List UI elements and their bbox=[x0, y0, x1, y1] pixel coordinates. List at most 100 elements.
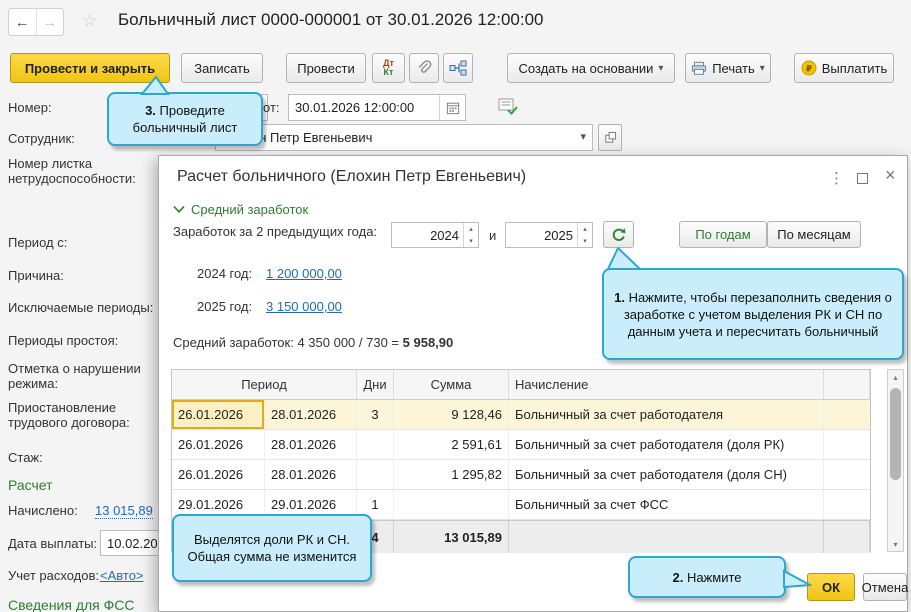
cell-period-to[interactable]: 28.01.2026 bbox=[265, 430, 357, 459]
print-button[interactable]: Печать ▾ bbox=[685, 53, 771, 83]
cell-days[interactable]: 3 bbox=[357, 400, 394, 429]
scroll-down-icon[interactable]: ▾ bbox=[893, 537, 897, 551]
attachments-button[interactable] bbox=[409, 53, 439, 83]
cell-accrual[interactable]: Больничный за счет работодателя (доля РК… bbox=[509, 430, 824, 459]
earnings-two-years-label: Заработок за 2 предыдущих года: bbox=[173, 224, 388, 239]
dtkt-movements-button[interactable]: Дт Кт bbox=[372, 53, 405, 83]
spin-up-icon[interactable]: ▴ bbox=[464, 223, 478, 235]
cell-period-to[interactable]: 28.01.2026 bbox=[265, 400, 357, 429]
cell-period-from[interactable]: 26.01.2026 bbox=[172, 400, 265, 429]
number-label: Номер: bbox=[8, 100, 52, 115]
table-row[interactable]: 26.01.2026 28.01.2026 2 591,61 Больничны… bbox=[172, 430, 870, 460]
scroll-up-icon[interactable]: ▴ bbox=[893, 370, 897, 384]
table-row[interactable]: 26.01.2026 28.01.2026 3 9 128,46 Больнич… bbox=[172, 400, 870, 430]
document-date-value: 30.01.2026 12:00:00 bbox=[295, 100, 414, 115]
back-button[interactable]: ← bbox=[9, 9, 37, 35]
more-menu-icon[interactable]: ⋮ bbox=[829, 169, 844, 187]
spin-down-icon[interactable]: ▾ bbox=[578, 235, 592, 247]
post-and-close-label: Провести и закрыть bbox=[25, 61, 155, 76]
cell-period-to[interactable]: 28.01.2026 bbox=[265, 460, 357, 489]
dialog-title: Расчет больничного (Елохин Петр Евгеньев… bbox=[177, 168, 526, 186]
accrued-amount-link[interactable]: 13 015,89 bbox=[95, 503, 153, 519]
calendar-button[interactable] bbox=[439, 95, 465, 120]
cell-sum[interactable]: 1 295,82 bbox=[394, 460, 509, 489]
col-days[interactable]: Дни bbox=[357, 370, 394, 399]
contract-suspension-label: Приостановление трудового договора: bbox=[8, 400, 168, 430]
chevron-down-icon: ▾ bbox=[760, 63, 765, 74]
create-based-on-button[interactable]: Создать на основании ▾ bbox=[507, 53, 675, 83]
by-years-button[interactable]: По годам bbox=[679, 221, 767, 248]
callout-step3: 3. Проведите больничный лист bbox=[107, 92, 263, 146]
favorite-star-icon[interactable]: ☆ bbox=[82, 11, 97, 31]
earning-2025-label: 2025 год: bbox=[197, 299, 252, 314]
average-earnings-text: Средний заработок: 4 350 000 / 730 = 5 9… bbox=[173, 335, 453, 350]
average-earnings-prefix: Средний заработок: 4 350 000 / 730 = bbox=[173, 335, 403, 350]
cell-sum[interactable]: 2 591,61 bbox=[394, 430, 509, 459]
write-button[interactable]: Записать bbox=[181, 53, 263, 83]
total-empty bbox=[824, 521, 870, 553]
pay-date-label: Дата выплаты: bbox=[8, 536, 97, 551]
refresh-button[interactable] bbox=[603, 221, 634, 248]
post-button[interactable]: Провести bbox=[286, 53, 366, 83]
write-label: Записать bbox=[194, 61, 250, 76]
cell-extra[interactable] bbox=[824, 400, 870, 429]
earning-2025-link[interactable]: 3 150 000,00 bbox=[266, 299, 342, 314]
year-from-spinner[interactable]: 2024 ▴▾ bbox=[391, 222, 479, 248]
year-from-value: 2024 bbox=[392, 223, 463, 247]
cell-accrual[interactable]: Больничный за счет ФСС bbox=[509, 490, 824, 519]
close-icon[interactable]: × bbox=[885, 165, 896, 186]
avg-earnings-toggle[interactable]: Средний заработок bbox=[173, 202, 308, 217]
col-accrual[interactable]: Начисление bbox=[509, 370, 824, 399]
cell-days[interactable] bbox=[357, 430, 394, 459]
cell-accrual[interactable]: Больничный за счет работодателя bbox=[509, 400, 824, 429]
ok-button[interactable]: ОК bbox=[807, 573, 855, 601]
history-nav: ← → bbox=[8, 8, 64, 36]
cell-extra[interactable] bbox=[824, 430, 870, 459]
scroll-thumb[interactable] bbox=[890, 388, 901, 480]
table-row[interactable]: 26.01.2026 28.01.2026 1 295,82 Больничны… bbox=[172, 460, 870, 490]
open-employee-button[interactable] bbox=[598, 124, 622, 151]
pay-button[interactable]: ₽ Выплатить bbox=[794, 53, 894, 83]
cell-accrual[interactable]: Больничный за счет работодателя (доля СН… bbox=[509, 460, 824, 489]
callout-step1: 1. Нажмите, чтобы перезаполнить сведения… bbox=[602, 268, 904, 360]
cancel-button[interactable]: Отмена bbox=[863, 573, 907, 601]
chevron-down-icon: ▾ bbox=[658, 63, 663, 74]
cell-days[interactable] bbox=[357, 460, 394, 489]
earning-2024-link[interactable]: 1 200 000,00 bbox=[266, 266, 342, 281]
spin-down-icon[interactable]: ▾ bbox=[464, 235, 478, 247]
paperclip-icon bbox=[415, 59, 433, 77]
excluded-periods-label: Исключаемые периоды: bbox=[8, 300, 183, 315]
table-scrollbar[interactable]: ▴ ▾ bbox=[887, 369, 904, 552]
col-period[interactable]: Период bbox=[172, 370, 357, 399]
date-from-label: от: bbox=[263, 100, 280, 115]
employee-input[interactable]: Елохин Петр Евгеньевич ▾ bbox=[215, 124, 593, 151]
doc-check-icon[interactable] bbox=[497, 97, 519, 117]
cell-extra[interactable] bbox=[824, 460, 870, 489]
forward-button[interactable]: → bbox=[37, 9, 64, 35]
year-to-spinner[interactable]: 2025 ▴▾ bbox=[505, 222, 593, 248]
cell-period-from[interactable]: 26.01.2026 bbox=[172, 460, 265, 489]
chevron-down-icon[interactable]: ▾ bbox=[580, 130, 586, 143]
expense-account-link[interactable]: <Авто> bbox=[100, 568, 144, 583]
refresh-icon bbox=[611, 227, 627, 243]
forward-arrow-icon: → bbox=[42, 14, 57, 31]
create-based-on-label: Создать на основании bbox=[519, 61, 654, 76]
spin-up-icon[interactable]: ▴ bbox=[578, 223, 592, 235]
cancel-label: Отмена bbox=[862, 580, 909, 595]
structure-button[interactable] bbox=[443, 53, 473, 83]
by-months-button[interactable]: По месяцам bbox=[767, 221, 861, 248]
col-extra bbox=[824, 370, 870, 399]
cell-sum[interactable]: 9 128,46 bbox=[394, 400, 509, 429]
callout-step2: 2. Нажмите bbox=[628, 556, 786, 598]
reason-label: Причина: bbox=[8, 268, 64, 283]
document-date-input[interactable]: 30.01.2026 12:00:00 bbox=[288, 94, 466, 121]
cell-sum[interactable] bbox=[394, 490, 509, 519]
col-sum[interactable]: Сумма bbox=[394, 370, 509, 399]
expense-account-label: Учет расходов: bbox=[8, 568, 99, 583]
svg-text:₽: ₽ bbox=[806, 64, 812, 74]
print-label: Печать bbox=[712, 61, 755, 76]
cell-extra[interactable] bbox=[824, 490, 870, 519]
page-title: Больничный лист 0000-000001 от 30.01.202… bbox=[118, 10, 544, 30]
cell-period-from[interactable]: 26.01.2026 bbox=[172, 430, 265, 459]
maximize-icon[interactable] bbox=[857, 173, 868, 184]
